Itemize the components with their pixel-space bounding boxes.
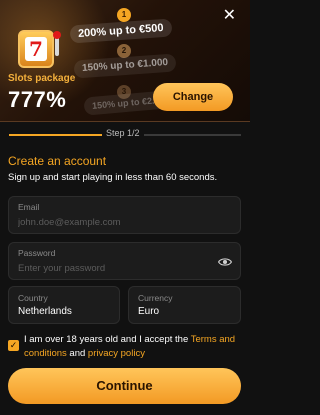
terms-checkbox[interactable]: ✓ [8, 340, 19, 351]
form-title: Create an account [8, 154, 107, 168]
email-field[interactable]: Email [8, 196, 241, 234]
step-label: Step 1/2 [102, 128, 144, 138]
terms-text: I am over 18 years old and I accept the … [24, 333, 244, 361]
country-label: Country [18, 293, 48, 303]
password-field[interactable]: Password [8, 242, 241, 280]
currency-value: Euro [138, 306, 160, 317]
email-input[interactable] [18, 216, 208, 229]
eye-icon[interactable] [218, 255, 232, 269]
offer-2[interactable]: 150% up to €1.000 [73, 53, 177, 79]
terms-text-before: I am over 18 years old and I accept the [24, 334, 191, 345]
terms-text-middle: and [66, 348, 88, 359]
close-icon[interactable]: ✕ [223, 8, 236, 24]
currency-label: Currency [138, 293, 173, 303]
currency-select[interactable]: Currency Euro [128, 286, 241, 324]
bonus-banner: 7 1 200% up to €500 2 150% up to €1.000 … [0, 0, 250, 122]
password-label: Password [18, 248, 56, 258]
checkmark-icon: ✓ [9, 340, 18, 350]
offer-1[interactable]: 200% up to €500 [69, 18, 173, 44]
continue-button[interactable]: Continue [8, 368, 241, 404]
privacy-link[interactable]: privacy policy [88, 348, 145, 359]
offer-step-1: 1 [117, 8, 131, 22]
password-input[interactable] [18, 262, 208, 275]
package-label: Slots package [8, 73, 76, 84]
country-select[interactable]: Country Netherlands [8, 286, 120, 324]
country-value: Netherlands [18, 306, 72, 317]
email-label: Email [18, 202, 40, 212]
change-button[interactable]: Change [153, 83, 233, 111]
package-value: 777% [8, 87, 67, 112]
form-subtitle: Sign up and start playing in less than 6… [8, 172, 218, 183]
